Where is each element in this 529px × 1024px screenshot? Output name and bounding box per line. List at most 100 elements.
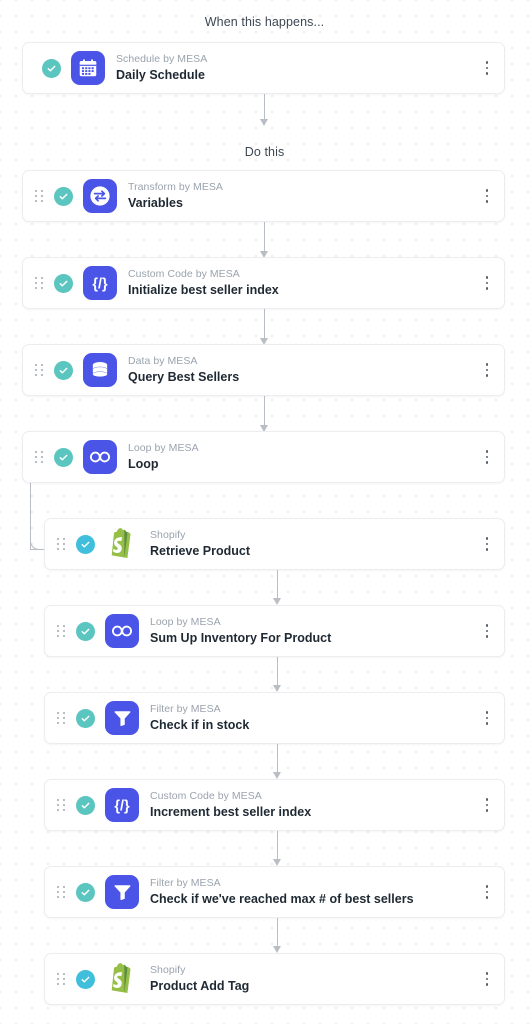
code-braces-icon: {/} — [105, 788, 139, 822]
transform-swap-icon — [83, 179, 117, 213]
step-text-block: Schedule by MESA Daily Schedule — [116, 53, 476, 83]
step-app-label: Data by MESA — [128, 354, 198, 367]
check-circle-icon — [76, 795, 95, 815]
workflow-step-card[interactable]: Schedule by MESA Daily Schedule — [22, 42, 505, 94]
check-circle-icon — [42, 58, 61, 78]
step-app-label: Filter by MESA — [150, 876, 221, 889]
check-circle-icon — [76, 882, 95, 902]
step-title: Retrieve Product — [150, 543, 251, 558]
step-text-block: Shopify Retrieve Product — [150, 529, 476, 559]
step-app-label: Custom Code by MESA — [150, 789, 262, 802]
step-text-block: Loop by MESA Sum Up Inventory For Produc… — [150, 616, 476, 646]
workflow-step-card[interactable]: Loop by MESA Loop — [22, 431, 505, 483]
shopify-bag-icon — [105, 962, 139, 996]
infinity-loop-icon — [105, 614, 139, 648]
svg-text:{/}: {/} — [92, 276, 108, 292]
workflow-canvas: When this happens... Do this Schedule by… — [0, 0, 529, 1024]
check-circle-icon — [76, 969, 95, 989]
database-icon — [83, 353, 117, 387]
actions-section-label: Do this — [244, 145, 285, 159]
more-options-icon[interactable] — [476, 616, 498, 646]
drag-handle-icon[interactable] — [57, 537, 66, 551]
step-app-label: Transform by MESA — [128, 180, 223, 193]
calendar-icon — [71, 51, 105, 85]
step-title: Check if we've reached max # of best sel… — [150, 891, 414, 906]
filter-funnel-icon — [105, 701, 139, 735]
step-text-block: Transform by MESA Variables — [128, 181, 476, 211]
step-app-label: Shopify — [150, 963, 186, 976]
more-options-icon[interactable] — [476, 53, 498, 83]
step-app-label: Loop by MESA — [150, 615, 221, 628]
more-options-icon[interactable] — [476, 181, 498, 211]
drag-handle-icon[interactable] — [35, 276, 44, 290]
drag-handle-icon[interactable] — [57, 885, 66, 899]
check-circle-icon — [76, 534, 95, 554]
workflow-step-card[interactable]: Shopify Retrieve Product — [44, 518, 505, 570]
connector-arrow-7 — [270, 743, 284, 779]
connector-arrow-5 — [270, 569, 284, 605]
step-title: Daily Schedule — [116, 67, 205, 82]
filter-funnel-icon — [105, 875, 139, 909]
drag-handle-icon[interactable] — [57, 624, 66, 638]
step-title: Check if in stock — [150, 717, 250, 732]
step-app-label: Shopify — [150, 528, 186, 541]
step-text-block: Custom Code by MESA Initialize best sell… — [128, 268, 476, 298]
check-circle-icon — [54, 273, 73, 293]
step-title: Increment best seller index — [150, 804, 312, 819]
trigger-section-label: When this happens... — [204, 15, 325, 29]
more-options-icon[interactable] — [476, 268, 498, 298]
step-title: Product Add Tag — [150, 978, 250, 993]
workflow-step-card[interactable]: Filter by MESA Check if we've reached ma… — [44, 866, 505, 918]
step-text-block: Filter by MESA Check if in stock — [150, 703, 476, 733]
more-options-icon[interactable] — [476, 442, 498, 472]
workflow-step-card[interactable]: Loop by MESA Sum Up Inventory For Produc… — [44, 605, 505, 657]
workflow-step-card[interactable]: Transform by MESA Variables — [22, 170, 505, 222]
workflow-step-card[interactable]: {/} Custom Code by MESA Increment best s… — [44, 779, 505, 831]
more-options-icon[interactable] — [476, 964, 498, 994]
more-options-icon[interactable] — [476, 529, 498, 559]
drag-handle-icon[interactable] — [57, 972, 66, 986]
step-text-block: Loop by MESA Loop — [128, 442, 476, 472]
infinity-loop-icon — [83, 440, 117, 474]
step-title: Variables — [128, 195, 183, 210]
workflow-step-card[interactable]: {/} Custom Code by MESA Initialize best … — [22, 257, 505, 309]
connector-arrow-9 — [270, 917, 284, 953]
check-circle-icon — [54, 186, 73, 206]
drag-handle-icon[interactable] — [35, 189, 44, 203]
step-app-label: Loop by MESA — [128, 441, 199, 454]
shopify-bag-icon — [105, 527, 139, 561]
drag-handle-icon[interactable] — [57, 798, 66, 812]
connector-arrow-8 — [270, 830, 284, 866]
step-text-block: Custom Code by MESA Increment best selle… — [150, 790, 476, 820]
more-options-icon[interactable] — [476, 355, 498, 385]
connector-arrow-6 — [270, 656, 284, 692]
more-options-icon[interactable] — [476, 790, 498, 820]
step-title: Loop — [128, 456, 159, 471]
check-circle-icon — [54, 447, 73, 467]
step-app-label: Custom Code by MESA — [128, 267, 240, 280]
step-title: Query Best Sellers — [128, 369, 240, 384]
step-app-label: Filter by MESA — [150, 702, 221, 715]
drag-handle-icon[interactable] — [57, 711, 66, 725]
connector-arrow-3 — [257, 309, 271, 345]
code-braces-icon: {/} — [83, 266, 117, 300]
more-options-icon[interactable] — [476, 703, 498, 733]
drag-handle-icon[interactable] — [35, 450, 44, 464]
step-title: Initialize best seller index — [128, 282, 279, 297]
drag-handle-icon[interactable] — [35, 363, 44, 377]
check-circle-icon — [76, 708, 95, 728]
connector-arrow-4 — [257, 396, 271, 432]
check-circle-icon — [76, 621, 95, 641]
workflow-step-card[interactable]: Filter by MESA Check if in stock — [44, 692, 505, 744]
step-app-label: Schedule by MESA — [116, 52, 208, 65]
workflow-step-card[interactable]: Data by MESA Query Best Sellers — [22, 344, 505, 396]
step-text-block: Filter by MESA Check if we've reached ma… — [150, 877, 476, 907]
step-title: Sum Up Inventory For Product — [150, 630, 332, 645]
step-text-block: Data by MESA Query Best Sellers — [128, 355, 476, 385]
step-text-block: Shopify Product Add Tag — [150, 964, 476, 994]
svg-text:{/}: {/} — [114, 798, 130, 814]
connector-arrow-2 — [257, 222, 271, 258]
check-circle-icon — [54, 360, 73, 380]
more-options-icon[interactable] — [476, 877, 498, 907]
workflow-step-card[interactable]: Shopify Product Add Tag — [44, 953, 505, 1005]
